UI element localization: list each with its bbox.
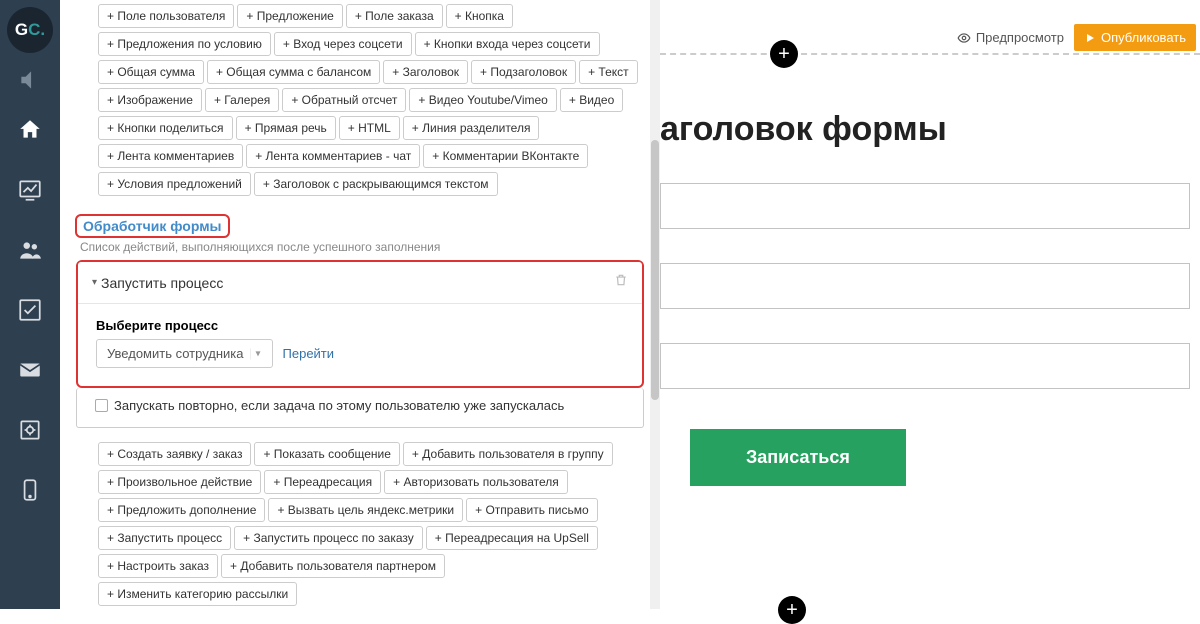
- tag[interactable]: + Заголовок: [383, 60, 468, 84]
- tag[interactable]: + Лента комментариев: [98, 144, 243, 168]
- home-icon[interactable]: [0, 100, 60, 160]
- tag[interactable]: + Предложение: [237, 4, 342, 28]
- scroll-thumb[interactable]: [651, 140, 659, 400]
- tag[interactable]: + Предложения по условию: [98, 32, 271, 56]
- tag[interactable]: + Вход через соцсети: [274, 32, 412, 56]
- logo[interactable]: GC.: [0, 0, 60, 60]
- tag[interactable]: + Изменить категорию рассылки: [98, 582, 297, 606]
- tag[interactable]: + Кнопки поделиться: [98, 116, 233, 140]
- tag[interactable]: + Общая сумма с балансом: [207, 60, 380, 84]
- tag[interactable]: + Текст: [579, 60, 638, 84]
- tag[interactable]: + Прямая речь: [236, 116, 336, 140]
- form-title: аголовок формы: [660, 110, 1190, 149]
- form-field-2[interactable]: [660, 263, 1190, 309]
- sound-icon[interactable]: [0, 60, 60, 100]
- preview-button[interactable]: Предпросмотр: [957, 30, 1064, 45]
- tag[interactable]: + Общая сумма: [98, 60, 204, 84]
- editor-panel: + Поле пользователя+ Предложение+ Поле з…: [60, 0, 660, 609]
- tag[interactable]: + Подзаголовок: [471, 60, 576, 84]
- tag[interactable]: + Переадресация: [264, 470, 381, 494]
- go-link[interactable]: Перейти: [283, 346, 335, 361]
- submit-button[interactable]: Записаться: [690, 429, 906, 486]
- tag[interactable]: + Поле заказа: [346, 4, 443, 28]
- tag[interactable]: + Комментарии ВКонтакте: [423, 144, 588, 168]
- preview-pane: Предпросмотр Опубликовать + аголовок фор…: [660, 0, 1200, 609]
- add-block-icon[interactable]: +: [778, 596, 806, 624]
- form-field-3[interactable]: [660, 343, 1190, 389]
- repeat-checkbox[interactable]: [95, 399, 108, 412]
- action-title: Запустить процесс: [101, 275, 223, 291]
- handler-subtitle: Список действий, выполняющихся после усп…: [80, 240, 650, 254]
- publish-button[interactable]: Опубликовать: [1074, 24, 1196, 51]
- tag[interactable]: + Поле пользователя: [98, 4, 234, 28]
- tag[interactable]: + Произвольное действие: [98, 470, 261, 494]
- handler-action-highlight: ▾ Запустить процесс Выберите процесс Уве…: [76, 260, 644, 388]
- tag[interactable]: + Создать заявку / заказ: [98, 442, 251, 466]
- tag[interactable]: + Обратный отсчет: [282, 88, 406, 112]
- tag[interactable]: + Переадресация на UpSell: [426, 526, 598, 550]
- tag[interactable]: + Показать сообщение: [254, 442, 399, 466]
- tag[interactable]: + Кнопки входа через соцсети: [415, 32, 600, 56]
- tag[interactable]: + Заголовок с раскрывающимся текстом: [254, 172, 498, 196]
- tag[interactable]: + Авторизовать пользователя: [384, 470, 568, 494]
- process-select[interactable]: Уведомить сотрудника ▾: [96, 339, 273, 368]
- tag[interactable]: + Видео: [560, 88, 623, 112]
- logo-dot: .: [40, 20, 45, 40]
- form-preview: аголовок формы Записаться: [660, 110, 1190, 486]
- scrollbar[interactable]: [650, 0, 660, 609]
- safe-icon[interactable]: [0, 400, 60, 460]
- tag[interactable]: + Запустить процесс по заказу: [234, 526, 423, 550]
- tag[interactable]: + Галерея: [205, 88, 279, 112]
- tag[interactable]: + Условия предложений: [98, 172, 251, 196]
- action-head[interactable]: ▾ Запустить процесс: [78, 262, 642, 304]
- form-field-1[interactable]: [660, 183, 1190, 229]
- caret-down-icon: ▾: [250, 348, 266, 359]
- logo-g: G: [15, 20, 28, 40]
- tag[interactable]: + Предложить дополнение: [98, 498, 265, 522]
- logo-c: C: [28, 20, 40, 40]
- chevron-down-icon: ▾: [92, 277, 97, 288]
- tag[interactable]: + Лента комментариев - чат: [246, 144, 420, 168]
- chart-icon[interactable]: [0, 160, 60, 220]
- tag[interactable]: + Запустить процесс: [98, 526, 231, 550]
- action-card-extra: Запускать повторно, если задача по этому…: [76, 388, 644, 428]
- tag[interactable]: + Видео Youtube/Vimeo: [409, 88, 556, 112]
- publish-label: Опубликовать: [1101, 30, 1186, 45]
- section-divider: [660, 53, 1200, 55]
- checkbox-label: Запускать повторно, если задача по этому…: [114, 398, 564, 413]
- tag[interactable]: + HTML: [339, 116, 400, 140]
- left-nav: GC.: [0, 0, 60, 609]
- tag[interactable]: + Отправить письмо: [466, 498, 598, 522]
- mail-icon[interactable]: [0, 340, 60, 400]
- tag[interactable]: + Линия разделителя: [403, 116, 540, 140]
- tag[interactable]: + Настроить заказ: [98, 554, 218, 578]
- add-block-icon[interactable]: +: [770, 40, 798, 68]
- phone-icon[interactable]: [0, 460, 60, 520]
- check-icon[interactable]: [0, 280, 60, 340]
- select-value: Уведомить сотрудника: [107, 346, 244, 361]
- tag[interactable]: + Добавить пользователя в группу: [403, 442, 613, 466]
- action-card: ▾ Запустить процесс Выберите процесс Уве…: [78, 262, 642, 382]
- preview-label: Предпросмотр: [976, 30, 1064, 45]
- tag[interactable]: + Добавить пользователя партнером: [221, 554, 445, 578]
- tag[interactable]: + Изображение: [98, 88, 202, 112]
- trash-icon[interactable]: [614, 272, 628, 293]
- users-icon[interactable]: [0, 220, 60, 280]
- tag[interactable]: + Кнопка: [446, 4, 513, 28]
- tag[interactable]: + Вызвать цель яндекс.метрики: [268, 498, 463, 522]
- select-label: Выберите процесс: [96, 318, 624, 333]
- handler-title: Обработчик формы: [75, 214, 230, 238]
